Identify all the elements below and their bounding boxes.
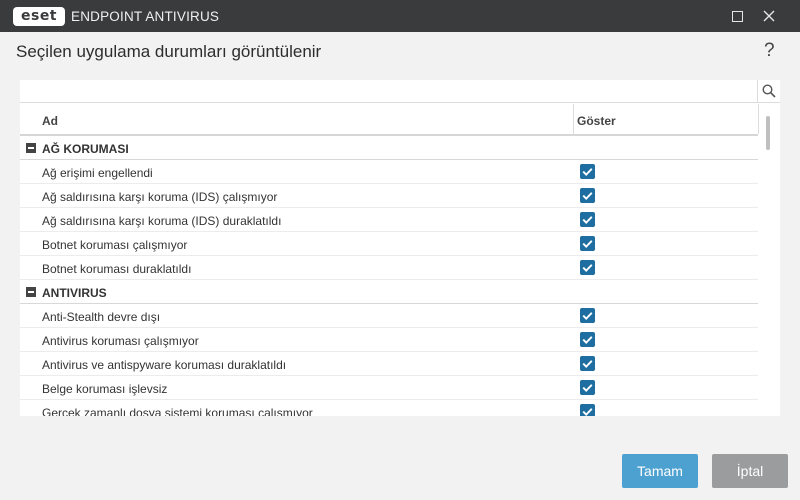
checkmark-icon — [582, 408, 593, 416]
row-label: Botnet koruması duraklatıldı — [42, 262, 192, 276]
ok-button[interactable]: Tamam — [622, 454, 698, 488]
search-input[interactable] — [20, 80, 757, 102]
checkmark-icon — [582, 360, 593, 368]
checkmark-icon — [582, 264, 593, 272]
show-checkbox[interactable] — [580, 308, 595, 323]
group-row-antivirus[interactable]: ANTIVIRUS — [20, 280, 758, 304]
column-header-show[interactable]: Göster — [577, 114, 616, 128]
group-label: AĞ KORUMASI — [42, 142, 129, 156]
table-row: Botnet koruması çalışmıyor — [20, 232, 758, 256]
maximize-icon — [731, 10, 743, 22]
search-button[interactable] — [757, 80, 780, 102]
group-label: ANTIVIRUS — [42, 286, 107, 300]
maximize-button[interactable] — [721, 0, 753, 32]
table-row: Gerçek zamanlı dosya sistemi koruması ça… — [20, 400, 758, 416]
show-checkbox[interactable] — [580, 212, 595, 227]
close-button[interactable] — [753, 0, 785, 32]
collapse-icon[interactable] — [26, 143, 36, 153]
checkmark-icon — [582, 192, 593, 200]
show-checkbox[interactable] — [580, 236, 595, 251]
checkmark-icon — [582, 168, 593, 176]
search-bar — [20, 80, 780, 103]
show-checkbox[interactable] — [580, 260, 595, 275]
close-icon — [763, 10, 775, 22]
show-checkbox[interactable] — [580, 356, 595, 371]
row-label: Ağ erişimi engellendi — [42, 166, 153, 180]
checkmark-icon — [582, 216, 593, 224]
table-row: Belge koruması işlevsiz — [20, 376, 758, 400]
show-checkbox[interactable] — [580, 404, 595, 416]
row-label: Ağ saldırısına karşı koruma (IDS) durakl… — [42, 214, 282, 228]
checkmark-icon — [582, 384, 593, 392]
table-row: Botnet koruması duraklatıldı — [20, 256, 758, 280]
row-label: Anti-Stealth devre dışı — [42, 310, 161, 324]
show-checkbox[interactable] — [580, 332, 595, 347]
table-row: Antivirus ve antispyware koruması durakl… — [20, 352, 758, 376]
table-body: AĞ KORUMASI Ağ erişimi engellendi Ağ sal… — [20, 136, 758, 416]
help-icon[interactable]: ? — [764, 40, 775, 62]
table-header: Ad Göster — [20, 104, 759, 136]
column-divider[interactable] — [573, 104, 574, 134]
checkmark-icon — [582, 240, 593, 248]
row-label: Antivirus ve antispyware koruması durakl… — [42, 358, 287, 372]
table-row: Ağ erişimi engellendi — [20, 160, 758, 184]
row-label: Ağ saldırısına karşı koruma (IDS) çalışm… — [42, 190, 278, 204]
scrollbar-thumb[interactable] — [766, 116, 770, 150]
show-checkbox[interactable] — [580, 164, 595, 179]
title-bar: eset ENDPOINT ANTIVIRUS — [0, 0, 800, 32]
row-label: Gerçek zamanlı dosya sistemi koruması ça… — [42, 406, 313, 416]
page-title: Seçilen uygulama durumları görüntülenir — [16, 42, 322, 61]
show-checkbox[interactable] — [580, 380, 595, 395]
table-row: Antivirus koruması çalışmıyor — [20, 328, 758, 352]
column-divider[interactable] — [758, 104, 759, 134]
checkmark-icon — [582, 336, 593, 344]
checkmark-icon — [582, 312, 593, 320]
row-label: Belge koruması işlevsiz — [42, 382, 168, 396]
cancel-button[interactable]: İptal — [712, 454, 788, 488]
table-row: Ağ saldırısına karşı koruma (IDS) çalışm… — [20, 184, 758, 208]
collapse-icon[interactable] — [26, 287, 36, 297]
eset-logo: eset — [13, 6, 65, 26]
table-row: Ağ saldırısına karşı koruma (IDS) durakl… — [20, 208, 758, 232]
show-checkbox[interactable] — [580, 188, 595, 203]
table-row: Anti-Stealth devre dışı — [20, 304, 758, 328]
column-header-name[interactable]: Ad — [42, 114, 58, 128]
group-row-network-protection[interactable]: AĞ KORUMASI — [20, 136, 758, 160]
app-name: ENDPOINT ANTIVIRUS — [71, 8, 220, 24]
search-icon — [762, 84, 776, 98]
settings-panel: Ad Göster AĞ KORUMASI Ağ erişimi engelle… — [20, 80, 780, 416]
row-label: Antivirus koruması çalışmıyor — [42, 334, 199, 348]
row-label: Botnet koruması çalışmıyor — [42, 238, 188, 252]
